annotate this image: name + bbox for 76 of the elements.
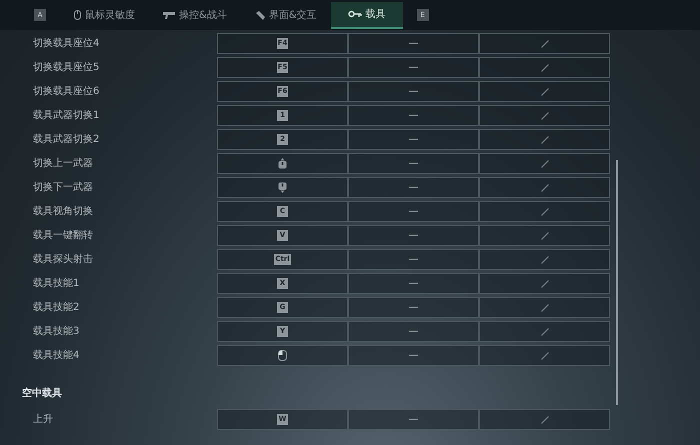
tab[interactable]: 鼠标灵敏度 — [60, 2, 149, 28]
gun-icon — [163, 11, 175, 19]
key-icon — [348, 10, 362, 18]
edit-icon — [540, 64, 548, 72]
brush-icon — [254, 10, 265, 20]
edit-binding-button[interactable] — [479, 297, 610, 318]
secondary-key-binding[interactable]: — — [348, 153, 479, 174]
edit-icon — [540, 232, 548, 240]
primary-key-binding[interactable] — [217, 153, 348, 174]
edit-icon — [540, 352, 548, 360]
mouse-icon — [74, 10, 81, 20]
secondary-key-binding[interactable]: — — [348, 345, 479, 366]
mouse-wheel-up-icon — [278, 158, 287, 169]
edit-binding-button[interactable] — [479, 249, 610, 270]
edit-binding-button[interactable] — [479, 129, 610, 150]
edit-binding-button[interactable] — [479, 409, 610, 430]
tab[interactable]: 操控&战斗 — [149, 2, 241, 28]
edit-binding-button[interactable] — [479, 177, 610, 198]
binding-label: 切换载具座位5 — [32, 60, 100, 75]
secondary-key-binding[interactable]: — — [348, 225, 479, 246]
primary-key-binding[interactable] — [217, 177, 348, 198]
binding-label: 载具视角切换 — [32, 204, 94, 219]
edit-icon — [540, 328, 548, 336]
binding-label: 载具技能4 — [32, 348, 80, 363]
binding-label: 切换上一武器 — [32, 156, 94, 171]
edit-binding-button[interactable] — [479, 345, 610, 366]
secondary-key-binding[interactable]: — — [348, 321, 479, 342]
edit-icon — [540, 112, 548, 120]
binding-label: 载具一键翻转 — [32, 228, 94, 243]
binding-label: 载具武器切换1 — [32, 108, 100, 123]
secondary-key-binding[interactable]: — — [348, 129, 479, 150]
binding-label: 上升 — [32, 412, 54, 427]
secondary-key-binding[interactable]: — — [348, 177, 479, 198]
edit-icon — [540, 416, 548, 424]
edit-icon — [540, 184, 548, 192]
secondary-key-binding[interactable]: — — [348, 33, 479, 54]
edit-binding-button[interactable] — [479, 201, 610, 222]
edit-icon — [540, 40, 548, 48]
binding-label: 载具武器切换2 — [32, 132, 100, 147]
secondary-key-binding[interactable]: — — [348, 249, 479, 270]
edit-binding-button[interactable] — [479, 153, 610, 174]
secondary-key-binding[interactable]: — — [348, 81, 479, 102]
secondary-key-binding[interactable]: — — [348, 57, 479, 78]
secondary-key-binding[interactable]: — — [348, 409, 479, 430]
binding-label: 切换下一武器 — [32, 180, 94, 195]
scrollbar[interactable] — [616, 160, 618, 405]
primary-key-binding[interactable] — [217, 345, 348, 366]
mouse-wheel-down-icon — [278, 182, 287, 193]
edit-icon — [540, 256, 548, 264]
edit-binding-button[interactable] — [479, 225, 610, 246]
tab[interactable]: 载具 — [330, 2, 403, 28]
binding-label: 载具技能2 — [32, 300, 80, 315]
edit-binding-button[interactable] — [479, 321, 610, 342]
secondary-key-binding[interactable]: — — [348, 105, 479, 126]
edit-icon — [540, 208, 548, 216]
edit-binding-button[interactable] — [479, 57, 610, 78]
edit-icon — [540, 136, 548, 144]
edit-icon — [540, 160, 548, 168]
binding-label: 载具技能3 — [32, 324, 80, 339]
binding-label: 载具技能1 — [32, 276, 80, 291]
binding-label: 切换载具座位4 — [32, 36, 100, 51]
edit-binding-button[interactable] — [479, 273, 610, 294]
edit-icon — [540, 280, 548, 288]
secondary-key-binding[interactable]: — — [348, 297, 479, 318]
binding-label: 切换载具座位6 — [32, 84, 100, 99]
edit-icon — [540, 304, 548, 312]
edit-binding-button[interactable] — [479, 105, 610, 126]
mouse-left-button-icon — [278, 350, 287, 361]
binding-label: 载具探头射击 — [32, 252, 94, 267]
edit-icon — [540, 88, 548, 96]
edit-binding-button[interactable] — [479, 33, 610, 54]
secondary-key-binding[interactable]: — — [348, 273, 479, 294]
edit-binding-button[interactable] — [479, 81, 610, 102]
tab[interactable]: 界面&交互 — [240, 2, 331, 28]
secondary-key-binding[interactable]: — — [348, 201, 479, 222]
section-title: 空中载具 — [21, 386, 63, 401]
